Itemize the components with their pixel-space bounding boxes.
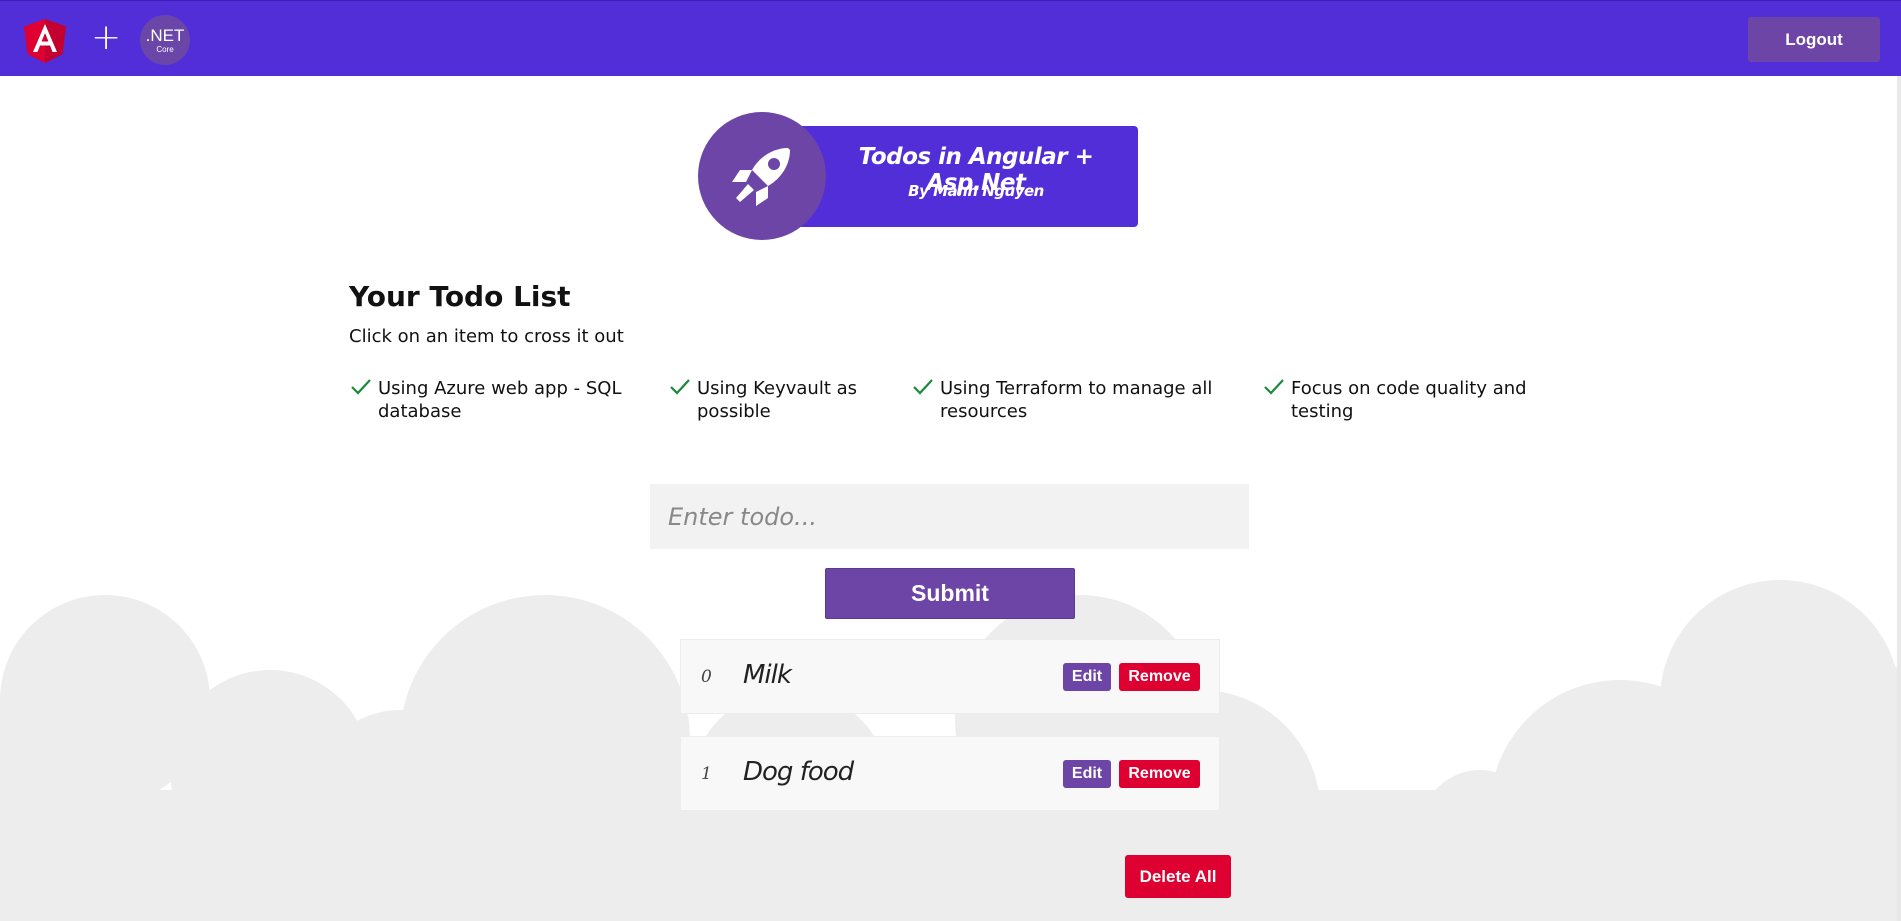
edit-button[interactable]: Edit: [1063, 760, 1111, 788]
submit-button[interactable]: Submit: [825, 568, 1075, 619]
feature-text: Using Terraform to manage all resources: [940, 378, 1213, 422]
remove-button[interactable]: Remove: [1119, 663, 1200, 691]
checkmark-icon: [913, 379, 933, 395]
feature-text: Using Keyvault as possible: [697, 378, 858, 422]
angular-logo-icon[interactable]: [24, 19, 66, 63]
dotnet-logo-sub-text: Core: [156, 45, 174, 54]
todo-text[interactable]: Dog food: [743, 757, 854, 787]
todo-index: 0: [701, 667, 712, 687]
todo-index: 1: [701, 764, 712, 784]
feature-item: Using Keyvault as possible: [668, 377, 888, 423]
checkmark-icon: [351, 379, 371, 395]
page-subtitle: Click on an item to cross it out: [349, 326, 624, 347]
page-title: Your Todo List: [349, 280, 571, 313]
edit-button[interactable]: Edit: [1063, 663, 1111, 691]
todo-text[interactable]: Milk: [743, 660, 792, 690]
feature-item: Using Terraform to manage all resources: [911, 377, 1231, 423]
banner-logo-circle: [698, 112, 826, 240]
todo-input[interactable]: [650, 484, 1249, 549]
top-navbar: + .NET Core Logout: [0, 0, 1901, 76]
feature-item: Focus on code quality and testing: [1262, 377, 1562, 423]
dotnet-logo-main-text: .NET: [145, 26, 185, 45]
page-scroll-edge: [1897, 76, 1901, 921]
checkmark-icon: [670, 379, 690, 395]
dotnet-core-logo-icon[interactable]: .NET Core: [140, 15, 190, 65]
checkmark-icon: [1264, 379, 1284, 395]
logout-button[interactable]: Logout: [1748, 17, 1880, 62]
plus-icon: +: [91, 17, 122, 58]
remove-button[interactable]: Remove: [1119, 760, 1200, 788]
delete-all-button[interactable]: Delete All: [1125, 855, 1231, 898]
todo-item[interactable]: 0 Milk Edit Remove: [680, 639, 1220, 714]
banner-subtitle: By Manh Nguyen: [908, 182, 1044, 200]
rocket-icon: [732, 148, 790, 206]
feature-item: Using Azure web app - SQL database: [349, 377, 649, 423]
todo-item[interactable]: 1 Dog food Edit Remove: [680, 736, 1220, 811]
feature-text: Focus on code quality and testing: [1291, 378, 1527, 422]
feature-text: Using Azure web app - SQL database: [378, 378, 622, 422]
